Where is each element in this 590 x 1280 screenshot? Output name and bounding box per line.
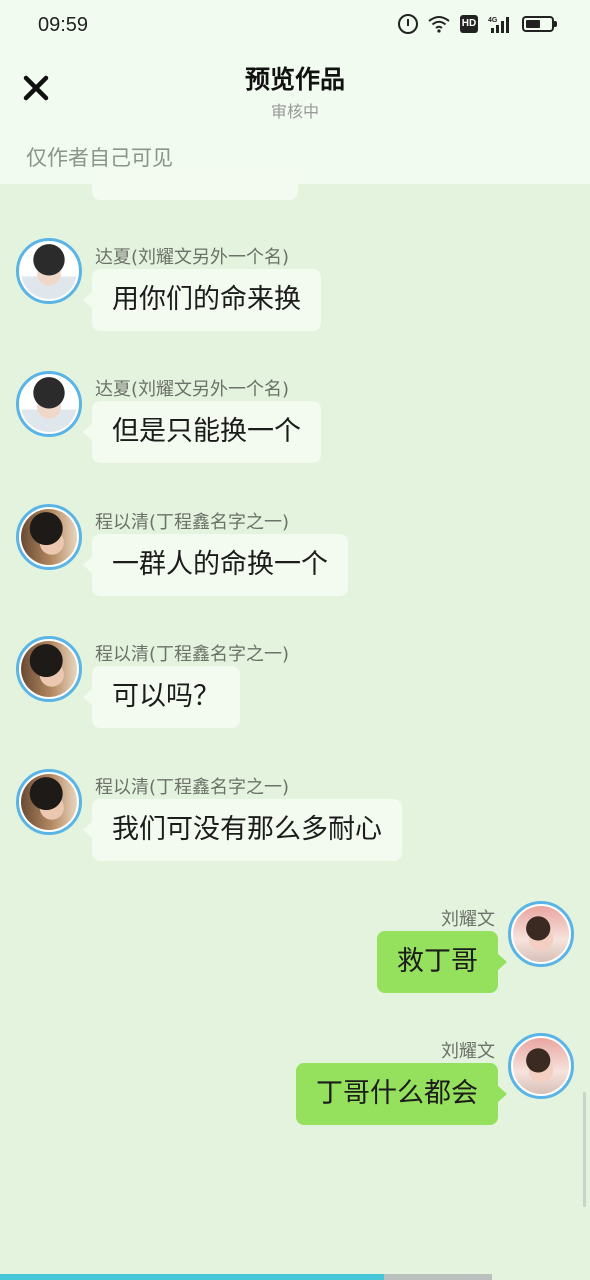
avatar[interactable] (16, 769, 82, 835)
sender-name: 达夏(刘耀文另外一个名) (95, 247, 290, 268)
sender-name: 刘耀文 (441, 909, 495, 930)
wifi-icon (428, 15, 450, 33)
playback-progress-bar[interactable] (0, 1274, 492, 1280)
playback-progress-fill (0, 1274, 384, 1280)
scrollbar[interactable] (583, 1092, 586, 1207)
alarm-icon (398, 14, 418, 34)
avatar[interactable] (16, 371, 82, 437)
avatar[interactable] (508, 1033, 574, 1099)
avatar[interactable] (16, 504, 82, 570)
sender-name: 达夏(刘耀文另外一个名) (95, 379, 290, 400)
sender-name: 程以清(丁程鑫名字之一) (95, 777, 290, 798)
message-bubble[interactable]: 丁哥什么都会 (296, 1063, 507, 1125)
message-bubble[interactable]: 可以吗？ (83, 666, 240, 728)
sender-name: 程以清(丁程鑫名字之一) (95, 644, 290, 665)
review-status: 审核中 (270, 102, 319, 121)
page-title: 预览作品 (244, 65, 345, 94)
signal-4g-icon: 4G (488, 15, 512, 33)
hd-icon: HD (460, 15, 478, 33)
message-bubble[interactable]: 一群人的命换一个 (83, 534, 348, 596)
sender-name: 刘耀文 (441, 1041, 495, 1062)
status-bar: 09:59 HD 4G (0, 0, 590, 52)
status-icons: HD 4G (398, 14, 557, 34)
avatar[interactable] (508, 901, 574, 967)
avatar[interactable] (16, 238, 82, 304)
previous-bubble-edge (92, 168, 298, 200)
message-bubble[interactable]: 用你们的命来换 (83, 269, 321, 331)
message-bubble[interactable]: 救丁哥 (377, 931, 507, 993)
message-bubble[interactable]: 但是只能换一个 (83, 401, 321, 463)
status-time: 09:59 (38, 14, 89, 36)
network-label: 4G (488, 17, 498, 24)
message-bubble[interactable]: 我们可没有那么多耐心 (83, 799, 402, 861)
sender-name: 程以清(丁程鑫名字之一) (95, 512, 290, 533)
avatar[interactable] (16, 636, 82, 702)
battery-icon (522, 16, 557, 32)
